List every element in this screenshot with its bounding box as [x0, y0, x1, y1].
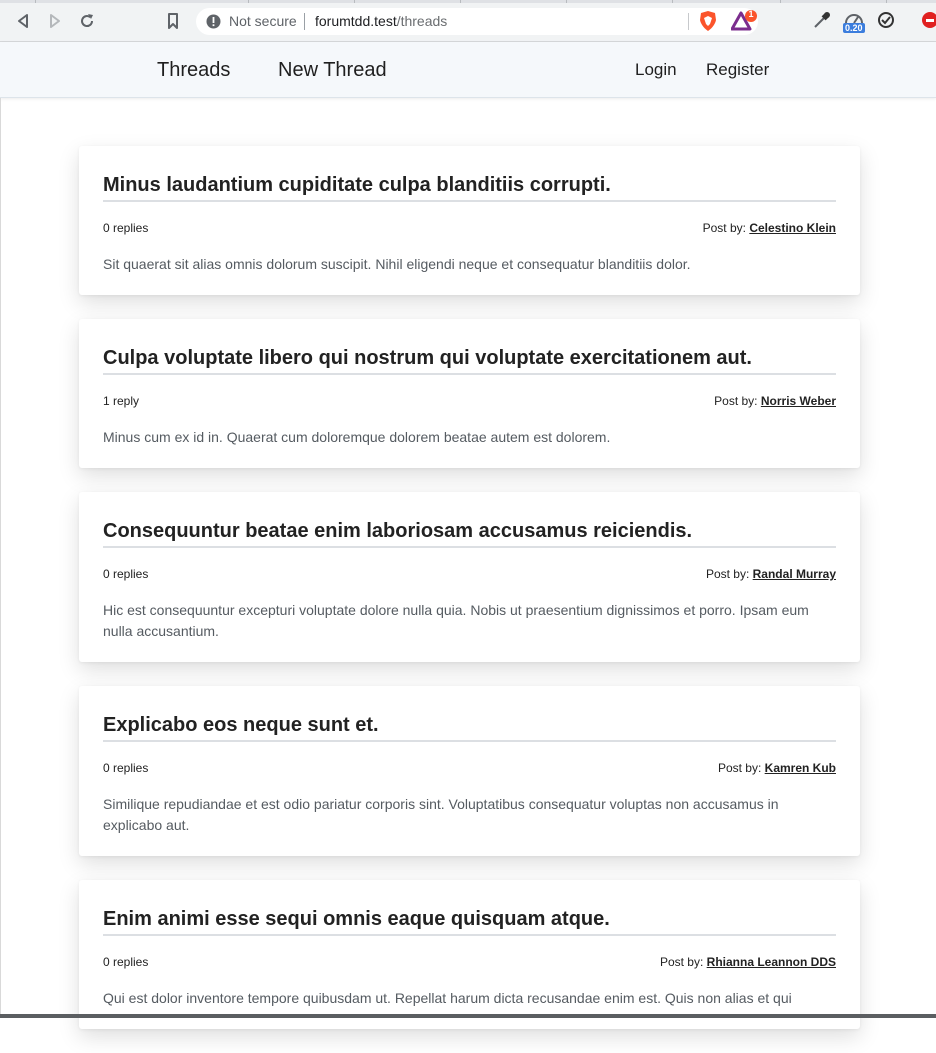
thread-card: Consequuntur beatae enim laboriosam accu…	[79, 492, 860, 662]
thread-list: Minus laudantium cupiditate culpa blandi…	[79, 146, 860, 1053]
author-link[interactable]: Randal Murray	[753, 567, 836, 581]
speed-extension-icon[interactable]: 0.20	[843, 10, 867, 33]
thread-meta: 0 replies Post by: Rhianna Leannon DDS	[103, 954, 836, 970]
info-icon[interactable]	[206, 14, 221, 34]
author-link[interactable]: Norris Weber	[761, 394, 836, 408]
thread-author: Post by: Kamren Kub	[718, 760, 836, 776]
thread-title[interactable]: Culpa voluptate libero qui nostrum qui v…	[103, 345, 836, 375]
thread-meta: 0 replies Post by: Celestino Klein	[103, 220, 836, 236]
nav-new-thread-link[interactable]: New Thread	[278, 59, 387, 82]
thread-author: Post by: Norris Weber	[714, 393, 836, 409]
reload-icon[interactable]	[77, 11, 97, 31]
thread-title[interactable]: Minus laudantium cupiditate culpa blandi…	[103, 172, 836, 202]
window-bottom-edge	[0, 1014, 936, 1018]
reply-count: 1 reply	[103, 394, 140, 408]
back-icon[interactable]	[13, 11, 33, 31]
omnibox-separator	[304, 13, 305, 30]
thread-body: Qui est dolor inventore tempore quibusda…	[103, 990, 792, 1006]
notification-badge: 1	[748, 9, 754, 19]
tab-strip	[0, 0, 936, 3]
thread-author: Post by: Rhianna Leannon DDS	[660, 954, 836, 970]
thread-card: Culpa voluptate libero qui nostrum qui v…	[79, 319, 860, 468]
thread-meta: 0 replies Post by: Randal Murray	[103, 566, 836, 582]
adblock-icon[interactable]	[920, 10, 936, 32]
brave-rewards-icon[interactable]: 1	[730, 9, 757, 32]
author-link[interactable]: Kamren Kub	[765, 761, 836, 775]
posted-by-label: Post by:	[717, 761, 762, 775]
eyedropper-icon[interactable]	[812, 10, 834, 32]
url-host: forumtdd.test	[315, 13, 397, 29]
thread-card: Explicabo eos neque sunt et. 0 replies P…	[79, 686, 860, 856]
address-bar[interactable]: Not secure forumtdd.test/threads	[196, 8, 758, 35]
thread-body: Similique repudiandae et est odio pariat…	[103, 796, 779, 833]
thread-title[interactable]: Explicabo eos neque sunt et.	[103, 712, 836, 742]
thread-author: Post by: Randal Murray	[706, 566, 836, 582]
posted-by-label: Post by:	[659, 955, 704, 969]
sync-extension-icon[interactable]	[876, 10, 898, 32]
extension-badge: 0.20	[843, 23, 865, 33]
thread-body: Sit quaerat sit alias omnis dolorum susc…	[103, 256, 691, 272]
thread-meta: 0 replies Post by: Kamren Kub	[103, 760, 836, 776]
nav-login-link[interactable]: Login	[635, 60, 677, 80]
thread-meta: 1 reply Post by: Norris Weber	[103, 393, 836, 409]
url-path: /threads	[396, 13, 448, 29]
browser-toolbar: Not secure forumtdd.test/threads 1 0.20	[0, 0, 936, 42]
page-edge	[0, 98, 1, 1018]
url-text[interactable]: forumtdd.test/threads	[315, 13, 447, 29]
bookmark-icon[interactable]	[163, 11, 183, 31]
nav-threads-link[interactable]: Threads	[157, 59, 230, 82]
omnibox-divider	[688, 13, 689, 30]
thread-body: Minus cum ex id in. Quaerat cum doloremq…	[103, 429, 611, 445]
reply-count: 0 replies	[103, 567, 149, 581]
forward-icon[interactable]	[45, 11, 65, 31]
reply-count: 0 replies	[103, 221, 149, 235]
security-label: Not secure	[229, 13, 297, 29]
author-link[interactable]: Celestino Klein	[749, 221, 836, 235]
posted-by-label: Post by:	[705, 567, 750, 581]
main-navbar: Threads New Thread Login Register	[0, 42, 936, 98]
brave-shield-icon[interactable]	[698, 10, 720, 32]
thread-card: Minus laudantium cupiditate culpa blandi…	[79, 146, 860, 295]
nav-register-link[interactable]: Register	[706, 60, 769, 80]
author-link[interactable]: Rhianna Leannon DDS	[707, 955, 836, 969]
thread-author: Post by: Celestino Klein	[703, 220, 836, 236]
thread-title[interactable]: Consequuntur beatae enim laboriosam accu…	[103, 518, 836, 548]
thread-body: Hic est consequuntur excepturi voluptate…	[103, 602, 809, 639]
reply-count: 0 replies	[103, 761, 149, 775]
posted-by-label: Post by:	[702, 221, 746, 235]
thread-title[interactable]: Enim animi esse sequi omnis eaque quisqu…	[103, 906, 836, 936]
reply-count: 0 replies	[103, 955, 149, 969]
thread-card: Enim animi esse sequi omnis eaque quisqu…	[79, 880, 860, 1029]
posted-by-label: Post by:	[714, 394, 758, 408]
